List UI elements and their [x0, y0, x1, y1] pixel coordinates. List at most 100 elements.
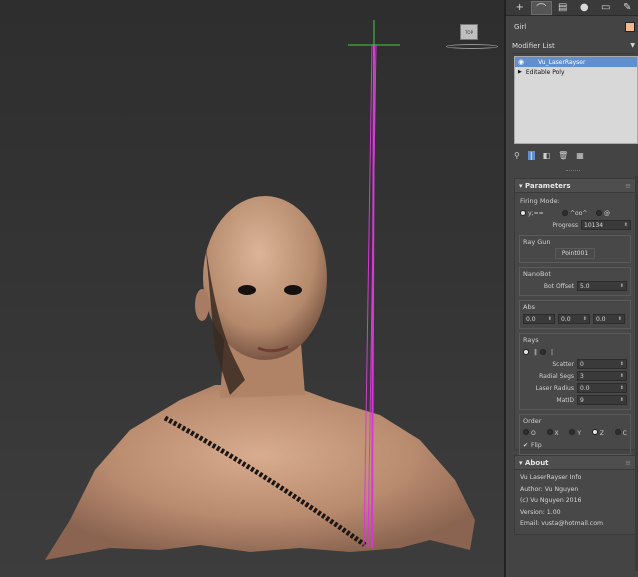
motion-tab-icon[interactable]: ● — [574, 1, 596, 15]
abs-y-value: 0.0 — [561, 315, 571, 323]
radial-segs-spinner[interactable]: 3 ⬍ — [577, 371, 627, 381]
stack-item-label: Editable Poly — [525, 68, 565, 76]
order-radio-o[interactable] — [523, 429, 529, 435]
rays-mode-radio-2[interactable] — [540, 349, 546, 355]
about-line: Vu LaserRayser Info — [520, 474, 582, 481]
command-panel: + ⌒ ▤ ● ▭ ✎ Girl Modifier List ▼ ◉ Vu_La… — [504, 0, 638, 577]
panel-divider[interactable] — [566, 170, 580, 173]
laser-radius-value: 0.0 — [580, 384, 590, 392]
rays-mode-icon-1: ‖ — [534, 348, 537, 356]
order-radio-x[interactable] — [546, 429, 553, 435]
modifier-list-label: Modifier List — [512, 41, 555, 50]
abs-group: Abs 0.0 ⬍ 0.0 ⬍ 0.0 ⬍ — [519, 300, 631, 329]
about-line: Version: 1.00 — [520, 508, 561, 516]
order-radio-y[interactable] — [569, 429, 576, 435]
rays-mode-icon-2: | — [551, 348, 554, 356]
firing-mode-radio-1[interactable] — [520, 210, 526, 216]
bot-offset-label: Bot Offset — [543, 282, 574, 290]
rays-mode-radios: ‖ | — [523, 346, 627, 358]
progress-spinner[interactable]: 10134 ⬍ — [581, 220, 631, 230]
ray-gun-label: Ray Gun — [523, 238, 551, 246]
ray-gun-pick-button[interactable]: Point001 — [555, 248, 595, 259]
matid-label: MatID — [556, 396, 574, 404]
rays-mode-radio-1[interactable] — [523, 349, 529, 355]
object-color-swatch[interactable] — [625, 22, 635, 32]
pin-stack-icon[interactable]: ⚲ — [514, 151, 520, 160]
ray-gun-button-label: Point001 — [561, 250, 589, 257]
nanobot-label: NanoBot — [523, 270, 551, 278]
nanobot-group: NanoBot Bot Offset 5.0 ⬍ — [519, 267, 631, 296]
scatter-spinner[interactable]: 0 ⬍ — [577, 359, 627, 369]
scene-render — [45, 20, 475, 560]
parameters-rollout: ▾ Parameters ≡ Firing Mode: y;== ^oo^ @ … — [514, 178, 636, 455]
firing-mode-radio-3[interactable] — [596, 210, 602, 216]
firing-mode-radio-2[interactable] — [562, 210, 568, 216]
command-panel-tabs: + ⌒ ▤ ● ▭ ✎ — [506, 0, 638, 16]
abs-z-value: 0.0 — [596, 315, 606, 323]
bot-offset-value: 5.0 — [580, 282, 590, 290]
about-rollout-header[interactable]: ▾ About ≡ — [515, 456, 635, 470]
hierarchy-tab-icon[interactable]: ▤ — [552, 1, 574, 15]
firing-mode-option-1: y;== — [528, 209, 544, 217]
parameters-title: Parameters — [524, 181, 571, 190]
stack-toolbar: ⚲ | ◧ 🗑 ▦ — [514, 148, 638, 162]
bot-offset-spinner[interactable]: 5.0 ⬍ — [577, 281, 627, 291]
display-tab-icon[interactable]: ▭ — [595, 1, 617, 15]
laser-radius-label: Laser Radius — [535, 384, 574, 392]
stack-item-vu-laserrayser[interactable]: ◉ Vu_LaserRayser — [515, 57, 637, 67]
order-option-x: X — [554, 430, 559, 437]
chevron-down-icon: ▼ — [630, 42, 635, 49]
modify-tab-icon[interactable]: ⌒ — [530, 0, 553, 15]
expand-arrow-icon[interactable]: ▶ — [518, 69, 522, 75]
about-title: About — [524, 458, 549, 467]
viewcube-label: TOP — [464, 29, 473, 35]
torso — [45, 385, 475, 560]
about-info: Vu LaserRayser Info Author: Vu Nguyen (c… — [515, 470, 635, 532]
stack-item-label: Vu_LaserRayser — [538, 58, 586, 66]
stack-item-editable-poly[interactable]: ▶ Editable Poly — [515, 67, 637, 77]
scatter-label: Scatter — [552, 360, 574, 368]
modifier-list-dropdown[interactable]: Modifier List ▼ — [512, 38, 635, 54]
abs-x-value: 0.0 — [526, 315, 536, 323]
flip-checkbox[interactable]: ✔ — [523, 442, 528, 449]
order-option-c: C — [622, 430, 627, 437]
order-radios: O X Y Z C — [523, 427, 627, 439]
parameters-rollout-header[interactable]: ▾ Parameters ≡ — [515, 179, 635, 193]
abs-x-spinner[interactable]: 0.0 ⬍ — [523, 314, 555, 324]
firing-mode-option-3: @ — [604, 209, 610, 217]
flip-label: Flip — [531, 441, 542, 449]
create-tab-icon[interactable]: + — [509, 1, 531, 15]
ray-gun-group: Ray Gun Point001 — [519, 235, 631, 263]
make-unique-icon[interactable]: ◧ — [543, 151, 551, 160]
radial-segs-value: 3 — [580, 372, 584, 380]
progress-value: 10134 — [584, 221, 604, 229]
modifier-stack: ◉ Vu_LaserRayser ▶ Editable Poly — [514, 56, 638, 144]
abs-y-spinner[interactable]: 0.0 ⬍ — [558, 314, 590, 324]
matid-spinner[interactable]: 9 ⬍ — [577, 395, 627, 405]
abs-z-spinner[interactable]: 0.0 ⬍ — [593, 314, 625, 324]
scatter-value: 0 — [580, 360, 584, 368]
show-end-result-icon[interactable]: | — [527, 150, 535, 160]
firing-mode-option-2: ^oo^ — [570, 209, 588, 217]
viewcube[interactable]: TOP — [446, 24, 498, 50]
radial-segs-label: Radial Segs — [539, 372, 574, 380]
order-label: Order — [523, 417, 542, 425]
rays-group: Rays ‖ | Scatter 0 ⬍ Radial Segs 3 ⬍ Laser… — [519, 333, 631, 410]
order-option-o: O — [531, 430, 536, 437]
remove-modifier-icon[interactable]: 🗑 — [558, 151, 568, 160]
eye-icon[interactable]: ◉ — [518, 58, 524, 66]
order-radio-z[interactable] — [591, 429, 598, 435]
order-radio-c[interactable] — [614, 429, 621, 435]
object-name-field[interactable]: Girl — [514, 23, 526, 31]
matid-value: 9 — [580, 396, 584, 404]
progress-label: Progress — [552, 221, 578, 229]
order-option-z: Z — [599, 430, 604, 437]
laser-radius-spinner[interactable]: 0.0 ⬍ — [577, 383, 627, 393]
firing-mode-radios: y;== ^oo^ @ — [520, 207, 631, 219]
perspective-viewport[interactable]: TOP — [0, 0, 504, 577]
about-rollout: ▾ About ≡ Vu LaserRayser Info Author: Vu… — [514, 455, 636, 535]
configure-modifier-sets-icon[interactable]: ▦ — [576, 151, 584, 160]
rays-label: Rays — [523, 336, 539, 344]
utilities-tab-icon[interactable]: ✎ — [617, 1, 638, 15]
object-name-row: Girl — [506, 16, 638, 38]
